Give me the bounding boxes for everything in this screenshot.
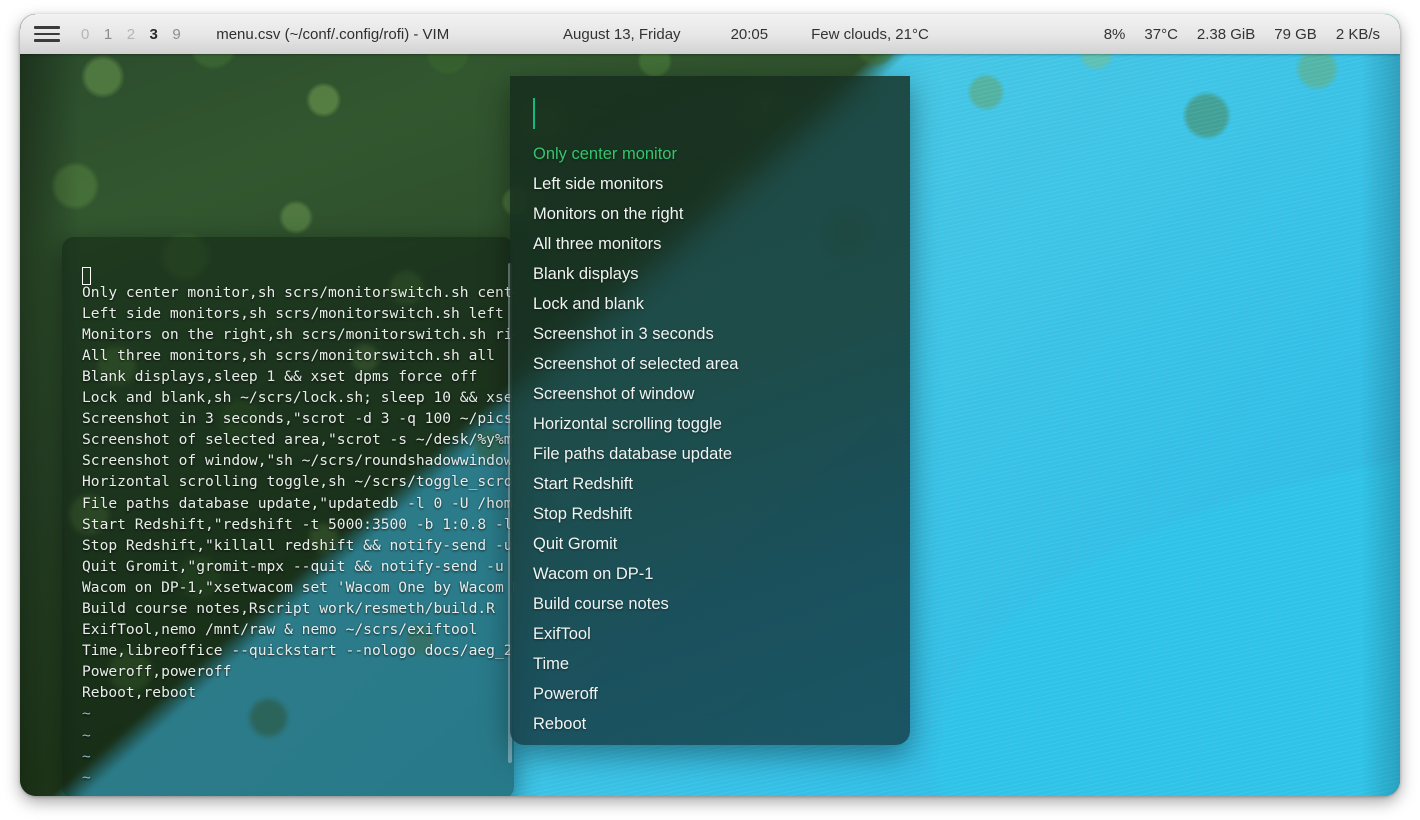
workspace-button-1[interactable]: 1 [97, 26, 120, 43]
vim-empty-line-marker: ~ [82, 705, 91, 723]
rofi-menu-item[interactable]: Build course notes [510, 589, 910, 619]
top-status-bar: 0 1 2 3 9 menu.csv (~/conf/.config/rofi)… [20, 14, 1400, 54]
memory-usage-label[interactable]: 2.38 GiB [1197, 26, 1255, 43]
vim-line: Build course notes,Rscript work/resmeth/… [82, 600, 495, 617]
vim-line: Poweroff,poweroff [82, 663, 232, 681]
vim-line: Quit Gromit,"gromit-mpx --quit && notify… [82, 557, 514, 575]
temperature-label[interactable]: 37°C [1144, 26, 1178, 43]
rofi-menu-item[interactable]: Start Redshift [510, 469, 910, 499]
workspace-button-0[interactable]: 0 [74, 26, 97, 43]
rofi-menu-panel[interactable]: Only center monitor Left side monitors Mon… [510, 76, 910, 745]
vim-empty-line-marker: ~ [82, 768, 91, 786]
status-bar-right-group: 8% 37°C 2.38 GiB 79 GB 2 KB/s [1104, 26, 1380, 43]
clock-label[interactable]: 20:05 [731, 26, 769, 43]
workspace-button-3[interactable]: 3 [143, 26, 166, 43]
vim-line: Screenshot of window,"sh ~/scrs/roundsha… [82, 452, 514, 470]
rofi-search-row[interactable] [510, 76, 910, 134]
vim-buffer-text[interactable]: Only center monitor,sh scrs/monitorswitc… [82, 282, 514, 796]
rofi-menu-item[interactable]: Reboot [510, 709, 910, 739]
rofi-menu-item[interactable]: Monitors on the right [510, 199, 910, 229]
rofi-menu-item[interactable]: Blank displays [510, 259, 910, 289]
status-bar-center-group: August 13, Friday 20:05 Few clouds, 21°C [563, 26, 929, 43]
weather-label[interactable]: Few clouds, 21°C [811, 26, 929, 43]
rofi-menu-item[interactable]: Left side monitors [510, 169, 910, 199]
vim-terminal-window[interactable]: Only center monitor,sh scrs/monitorswitc… [62, 237, 514, 796]
desktop: 0 1 2 3 9 menu.csv (~/conf/.config/rofi)… [20, 14, 1400, 796]
vim-line: Screenshot in 3 seconds,"scrot -d 3 -q 1… [82, 410, 514, 428]
vim-cursor [82, 267, 91, 285]
text-caret-icon [533, 98, 536, 129]
vim-line: Only center monitor,sh scrs/monitorswitc… [82, 283, 514, 301]
rofi-menu-item[interactable]: Time [510, 649, 910, 679]
vim-line: Blank displays,sleep 1 && xset dpms forc… [82, 367, 478, 385]
vim-line: Stop Redshift,"killall redshift && notif… [82, 536, 513, 554]
vim-line: File paths database update,"updatedb -l … [82, 494, 514, 512]
rofi-menu-item[interactable]: Wacom on DP-1 [510, 559, 910, 589]
vim-line: Left side monitors,sh scrs/monitorswitch… [82, 304, 504, 322]
rofi-item-list: Only center monitor Left side monitors Mon… [510, 134, 910, 739]
vim-empty-line-marker: ~ [82, 747, 91, 765]
disk-free-label[interactable]: 79 GB [1274, 26, 1317, 43]
rofi-menu-item[interactable]: ExifTool [510, 619, 910, 649]
rofi-menu-item[interactable]: Screenshot of selected area [510, 349, 910, 379]
hamburger-line [34, 26, 60, 29]
rofi-menu-item[interactable]: Stop Redshift [510, 499, 910, 529]
vim-line: ExifTool,nemo /mnt/raw & nemo ~/scrs/exi… [82, 621, 478, 639]
vim-line: Time,libreoffice --quickstart --nologo d… [82, 642, 514, 660]
vim-line: Screenshot of selected area,"scrot -s ~/… [82, 431, 514, 449]
cpu-usage-label[interactable]: 8% [1104, 26, 1126, 43]
vim-empty-line-marker: ~ [82, 790, 91, 796]
vim-line: Start Redshift,"redshift -t 5000:3500 -b… [82, 515, 513, 533]
hamburger-line [34, 32, 60, 36]
rofi-menu-item[interactable]: All three monitors [510, 229, 910, 259]
rofi-menu-item[interactable]: Poweroff [510, 679, 910, 709]
rofi-menu-item[interactable]: Lock and blank [510, 289, 910, 319]
vim-line: Monitors on the right,sh scrs/monitorswi… [82, 325, 514, 343]
hamburger-icon[interactable] [34, 24, 60, 44]
vim-empty-line-marker: ~ [82, 726, 91, 744]
network-speed-label[interactable]: 2 KB/s [1336, 26, 1380, 43]
rofi-menu-item[interactable]: File paths database update [510, 439, 910, 469]
vim-line: Lock and blank,sh ~/scrs/lock.sh; sleep … [82, 389, 514, 407]
rofi-menu-item[interactable]: Horizontal scrolling toggle [510, 409, 910, 439]
vim-line: Horizontal scrolling toggle,sh ~/scrs/to… [82, 473, 514, 491]
hamburger-line [34, 39, 60, 42]
workspace-button-9[interactable]: 9 [165, 26, 188, 43]
active-window-title: menu.csv (~/conf/.config/rofi) - VIM [216, 25, 450, 43]
rofi-menu-item[interactable]: Screenshot in 3 seconds [510, 319, 910, 349]
vim-line: All three monitors,sh scrs/monitorswitch… [82, 346, 495, 364]
workspace-button-2[interactable]: 2 [120, 26, 143, 43]
status-bar-left-group: 0 1 2 3 9 menu.csv (~/conf/.config/rofi)… [20, 24, 449, 44]
rofi-menu-item[interactable]: Quit Gromit [510, 529, 910, 559]
screenshot-root: 0 1 2 3 9 menu.csv (~/conf/.config/rofi)… [0, 0, 1420, 820]
rofi-menu-item[interactable]: Only center monitor [510, 139, 910, 169]
vim-line: Wacom on DP-1,"xsetwacom set 'Wacom One … [82, 578, 514, 596]
vim-line: Reboot,reboot [82, 684, 197, 702]
date-label[interactable]: August 13, Friday [563, 26, 681, 43]
rofi-menu-item[interactable]: Screenshot of window [510, 379, 910, 409]
